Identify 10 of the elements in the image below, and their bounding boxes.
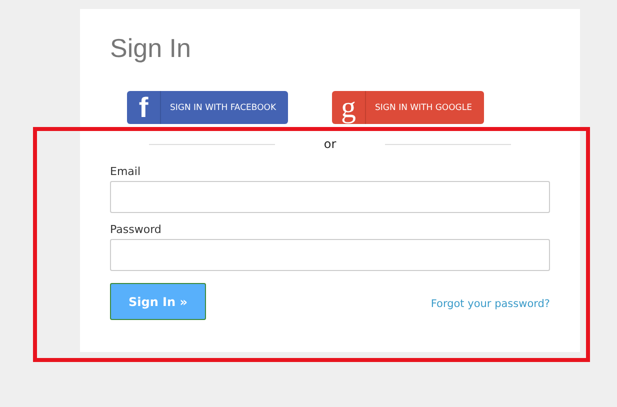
page-title: Sign In	[110, 33, 191, 64]
google-sign-in-button[interactable]: g SIGN IN WITH GOOGLE	[332, 91, 484, 124]
field-label: Email	[110, 165, 141, 178]
separator-text: or	[324, 137, 336, 151]
input-field[interactable]	[110, 181, 550, 213]
sign-in-button[interactable]: Sign In »	[110, 283, 206, 320]
input-field[interactable]	[110, 239, 550, 271]
forgot-password-link[interactable]: Forgot your password?	[430, 298, 550, 310]
field-label: Password	[110, 223, 162, 236]
facebook-sign-in-button[interactable]: f SIGN IN WITH FACEBOOK	[127, 91, 288, 124]
